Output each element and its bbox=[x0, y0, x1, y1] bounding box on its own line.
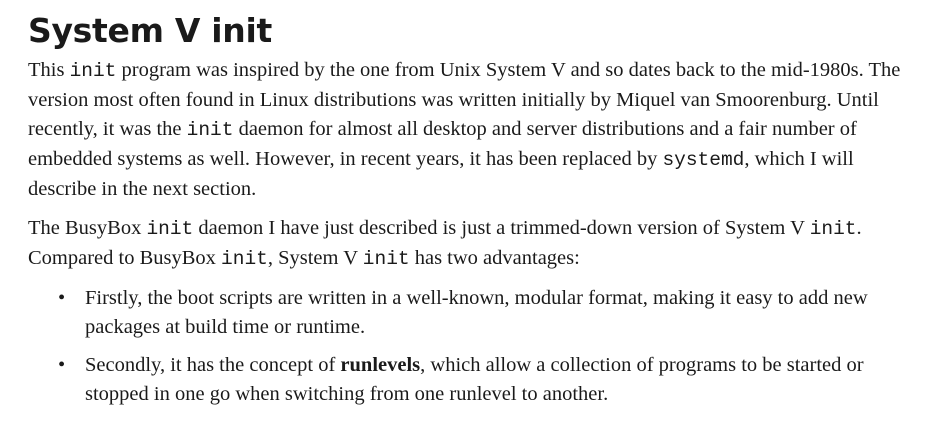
list-item: • Firstly, the boot scripts are written … bbox=[28, 284, 908, 342]
list-item: • Secondly, it has the concept of runlev… bbox=[28, 351, 908, 409]
paragraph-busybox: The BusyBox init daemon I have just desc… bbox=[28, 214, 908, 274]
text-span: daemon I have just described is just a t… bbox=[193, 217, 810, 239]
bullet-icon: • bbox=[58, 354, 66, 376]
inline-code: systemd bbox=[662, 149, 745, 171]
text-span: has two advantages: bbox=[409, 247, 580, 269]
text-span: , System V bbox=[267, 247, 363, 269]
inline-code: init bbox=[362, 248, 410, 270]
inline-code: init bbox=[69, 60, 117, 82]
inline-code: init bbox=[186, 119, 234, 141]
bold-term: runlevels bbox=[340, 354, 421, 376]
inline-code: init bbox=[146, 218, 194, 240]
document-page: System V init This init program was insp… bbox=[28, 8, 908, 418]
text-span: This bbox=[28, 59, 70, 81]
section-heading: System V init bbox=[28, 11, 272, 50]
advantages-list: • Firstly, the boot scripts are written … bbox=[28, 284, 908, 409]
inline-code: init bbox=[221, 248, 268, 270]
paragraph-intro: This init program was inspired by the on… bbox=[28, 56, 908, 204]
list-item-text: Secondly, it has the concept of bbox=[85, 354, 341, 376]
list-item-text: Firstly, the boot scripts are written in… bbox=[85, 287, 868, 338]
text-span: The BusyBox bbox=[28, 217, 147, 239]
inline-code: init bbox=[809, 218, 857, 240]
bullet-icon: • bbox=[58, 287, 66, 309]
